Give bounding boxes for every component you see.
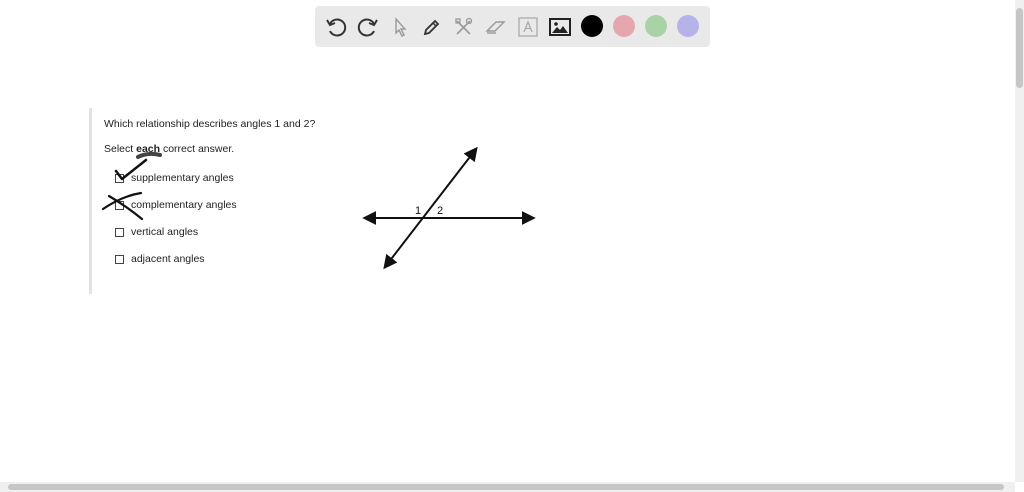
color-swatch-green[interactable]	[645, 15, 667, 37]
question-prompt: Which relationship describes angles 1 an…	[104, 118, 316, 130]
option-label: supplementary angles	[131, 172, 234, 184]
color-swatch-purple[interactable]	[677, 15, 699, 37]
color-swatch-pink[interactable]	[613, 15, 635, 37]
tools-button[interactable]	[448, 6, 480, 47]
option-checkbox[interactable]	[115, 173, 124, 183]
redo-button[interactable]	[352, 6, 384, 47]
undo-icon	[326, 18, 347, 36]
text-icon	[518, 16, 538, 37]
redo-icon	[357, 18, 378, 36]
angle-label-1: 1	[415, 205, 421, 217]
image-tool-button[interactable]	[544, 6, 576, 47]
vertical-scrollbar[interactable]	[1015, 0, 1024, 482]
horizontal-scrollbar-thumb[interactable]	[8, 484, 1004, 490]
option-checkbox[interactable]	[115, 200, 124, 210]
instruction-suffix: correct answer.	[160, 143, 235, 155]
color-swatch-black[interactable]	[581, 15, 603, 37]
tools-icon	[455, 17, 473, 35]
option-complementary[interactable]: complementary angles	[115, 198, 237, 212]
instruction-emphasis: each	[136, 143, 161, 155]
transversal-line	[383, 146, 478, 270]
instruction-prefix: Select	[104, 143, 137, 155]
eraser-tool-button[interactable]	[480, 6, 512, 47]
option-vertical[interactable]: vertical angles	[115, 225, 198, 239]
option-label: adjacent angles	[131, 253, 205, 265]
eraser-icon	[485, 20, 506, 34]
pen-tool-button[interactable]	[416, 6, 448, 47]
option-checkbox[interactable]	[115, 227, 124, 237]
pointer-icon	[395, 16, 407, 37]
horizontal-scrollbar[interactable]	[0, 482, 1015, 492]
select-tool-button[interactable]	[384, 6, 416, 47]
angle-diagram: 1 2	[362, 146, 536, 270]
drawing-toolbar	[315, 6, 710, 47]
question-instruction: Select each correct answer.	[104, 143, 234, 155]
text-tool-button[interactable]	[512, 6, 544, 47]
option-label: vertical angles	[131, 226, 199, 238]
option-checkbox[interactable]	[115, 254, 124, 264]
option-adjacent[interactable]: adjacent angles	[115, 252, 205, 266]
image-icon	[549, 17, 571, 36]
question-panel-border	[89, 108, 92, 294]
option-supplementary[interactable]: supplementary angles	[115, 171, 234, 185]
vertical-scrollbar-thumb[interactable]	[1016, 8, 1023, 88]
angle-label-2: 2	[437, 205, 443, 217]
option-label: complementary angles	[131, 199, 237, 211]
pen-icon	[423, 19, 440, 35]
undo-button[interactable]	[320, 6, 352, 47]
